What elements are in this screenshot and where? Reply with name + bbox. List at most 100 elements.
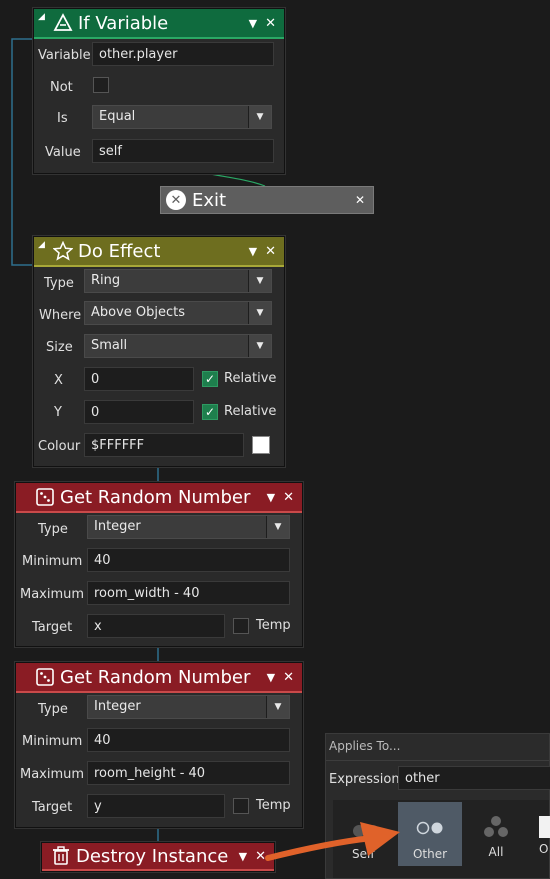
dropdown-arrow-icon[interactable]: ▼ [239,850,247,863]
target-label: Target [32,620,73,635]
collapse-triangle-icon[interactable]: ◢ [38,240,45,250]
other-icon [416,821,443,835]
y-relative-label: Relative [224,404,277,419]
dropdown-arrow-icon[interactable]: ▼ [267,491,275,504]
maximum-input[interactable]: room_width - 40 [87,581,290,605]
type-label: Type [44,276,74,291]
where-select-value: Above Objects [91,305,186,320]
option-other-label: Other [412,847,448,861]
type-label: Type [38,702,68,717]
target-input[interactable]: y [87,794,225,818]
variable-label: Variable [38,48,91,63]
close-icon[interactable]: ✕ [283,490,294,505]
if-variable-header[interactable]: ◢ If Variable ▼ ✕ [34,9,284,39]
option-all[interactable]: All [464,802,528,866]
exit-icon: ✕ [166,190,186,210]
star-icon [52,240,74,262]
x-label: X [54,373,63,388]
destroy-instance-header[interactable]: Destroy Instance ▼ ✕ [42,843,274,871]
dropdown-arrow-icon[interactable]: ▼ [267,671,275,684]
not-checkbox[interactable] [93,77,109,93]
temp-label: Temp [256,618,291,633]
applies-to-divider [326,760,549,761]
applies-to-panel[interactable]: Applies To... Expression other Self Othe… [325,733,550,879]
get-random-number-header[interactable]: Get Random Number ▼ ✕ [16,663,302,693]
all-icon [484,816,508,837]
if-variable-block[interactable]: ◢ If Variable ▼ ✕ Variable other.player … [33,8,285,174]
collapse-triangle-icon[interactable]: ◢ [38,12,45,22]
value-input[interactable]: self [92,139,274,163]
type-select[interactable]: Integer ▼ [87,515,290,539]
dice-icon [34,666,56,688]
option-object[interactable]: O [531,802,550,866]
dropdown-arrow-icon[interactable]: ▼ [249,17,257,30]
block-title: Get Random Number [60,666,251,688]
block-title: Get Random Number [60,486,251,508]
variable-input[interactable]: other.player [92,42,274,66]
close-icon[interactable]: ✕ [265,16,276,31]
minimum-label: Minimum [22,734,83,749]
is-label: Is [57,111,68,126]
y-relative-checkbox[interactable]: ✓ [202,404,218,420]
chevron-down-icon: ▼ [248,335,271,357]
close-icon[interactable]: ✕ [355,193,365,207]
option-self-label: Self [352,847,375,861]
size-label: Size [46,340,73,355]
where-label: Where [39,308,82,323]
type-select[interactable]: Ring ▼ [84,269,272,293]
object-icon [539,816,550,838]
colour-input[interactable]: $FFFFFF [84,433,244,457]
maximum-input[interactable]: room_height - 40 [87,761,290,785]
type-select[interactable]: Integer ▼ [87,695,290,719]
block-title: Do Effect [78,240,161,262]
close-icon[interactable]: ✕ [283,670,294,685]
temp-checkbox[interactable] [233,798,249,814]
y-input[interactable]: 0 [84,400,194,424]
minimum-input[interactable]: 40 [87,548,290,572]
block-title: If Variable [78,12,169,34]
chevron-down-icon: ▼ [248,302,271,324]
value-label: Value [45,145,81,160]
not-label: Not [50,80,73,95]
chevron-down-icon: ▼ [248,270,271,292]
get-random-number-header[interactable]: Get Random Number ▼ ✕ [16,483,302,513]
applies-to-title: Applies To... [329,739,401,753]
size-select[interactable]: Small ▼ [84,334,272,358]
size-select-value: Small [91,338,128,353]
temp-checkbox[interactable] [233,618,249,634]
exit-block[interactable]: ✕ Exit ✕ [160,186,374,214]
do-effect-block[interactable]: ◢ Do Effect ▼ ✕ Type Ring ▼ Where Above … [33,236,285,467]
maximum-label: Maximum [20,587,85,602]
chevron-down-icon: ▼ [266,696,289,718]
self-icon [353,825,379,837]
where-select[interactable]: Above Objects ▼ [84,301,272,325]
target-input[interactable]: x [87,614,225,638]
option-other[interactable]: Other [398,802,462,866]
expression-label: Expression [329,772,400,787]
block-title: Destroy Instance [76,845,229,867]
trash-icon [50,845,72,867]
type-select-value: Integer [94,699,141,714]
get-random-number-block[interactable]: Get Random Number ▼ ✕ Type Integer ▼ Min… [15,482,303,647]
x-input[interactable]: 0 [84,367,194,391]
colour-label: Colour [38,439,81,454]
expression-input[interactable]: other [398,766,550,790]
minimum-label: Minimum [22,554,83,569]
temp-label: Temp [256,798,291,813]
x-relative-label: Relative [224,371,277,386]
if-variable-icon [52,12,74,34]
is-select[interactable]: Equal ▼ [92,105,272,129]
dropdown-arrow-icon[interactable]: ▼ [249,245,257,258]
close-icon[interactable]: ✕ [255,849,266,864]
option-object-label: O [539,842,549,856]
maximum-label: Maximum [20,767,85,782]
destroy-instance-block[interactable]: Destroy Instance ▼ ✕ [41,842,275,872]
option-self[interactable]: Self [334,802,398,866]
close-icon[interactable]: ✕ [265,244,276,259]
colour-swatch[interactable] [252,436,270,454]
x-relative-checkbox[interactable]: ✓ [202,371,218,387]
get-random-number-block[interactable]: Get Random Number ▼ ✕ Type Integer ▼ Min… [15,662,303,828]
minimum-input[interactable]: 40 [87,728,290,752]
dice-icon [34,486,56,508]
do-effect-header[interactable]: ◢ Do Effect ▼ ✕ [34,237,284,267]
